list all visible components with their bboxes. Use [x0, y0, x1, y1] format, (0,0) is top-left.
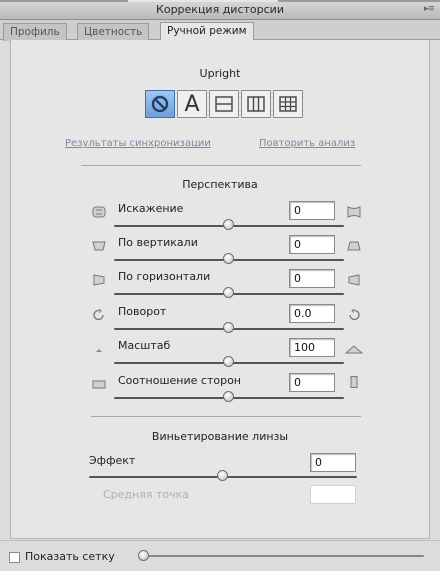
vertical-left-icon — [92, 241, 106, 251]
grid-size-slider-track[interactable] — [144, 555, 424, 557]
title-bar-top-line — [0, 0, 440, 2]
horizontal-input[interactable]: 0 — [289, 269, 335, 288]
upright-vertical-button[interactable] — [241, 90, 271, 118]
horizontal-right-icon — [348, 274, 360, 286]
vignette-title: Виньетирование линзы — [151, 430, 289, 443]
divider — [91, 416, 361, 417]
manual-panel: Upright A Результаты синхронизации Повто… — [10, 40, 430, 539]
aspect-wide-icon — [92, 380, 106, 389]
window-title-bar: Коррекция дисторсии ▸≡ — [0, 0, 440, 20]
bottom-bar: Показать сетку — [0, 540, 440, 571]
upright-full-button[interactable] — [273, 90, 303, 118]
scale-small-icon — [96, 349, 102, 352]
upright-level-button[interactable] — [209, 90, 239, 118]
rotate-input[interactable]: 0.0 — [289, 304, 335, 323]
tab-color[interactable]: Цветность — [77, 23, 150, 41]
aspect-input[interactable]: 0 — [289, 373, 335, 392]
panel-menu-icon[interactable]: ▸≡ — [424, 0, 435, 19]
upright-auto-button[interactable]: A — [177, 90, 207, 118]
vignette-midpoint-input — [310, 485, 356, 504]
upright-full-icon — [279, 96, 297, 112]
grid-size-slider-thumb[interactable] — [138, 550, 149, 561]
distortion-slider-thumb[interactable] — [223, 219, 234, 230]
scale-input[interactable]: 100 — [289, 338, 335, 357]
vignette-effect-input[interactable]: 0 — [310, 453, 356, 472]
show-grid-label[interactable]: Показать сетку — [25, 550, 115, 563]
rotate-slider-thumb[interactable] — [223, 322, 234, 333]
divider — [81, 165, 361, 166]
rotate-label: Поворот — [118, 305, 167, 318]
tab-profile[interactable]: Профиль — [3, 23, 67, 41]
vignette-midpoint-label: Средняя точка — [103, 488, 189, 501]
upright-auto-icon: A — [184, 91, 200, 117]
rotate-cw-icon — [349, 309, 360, 321]
show-grid-checkbox[interactable] — [9, 552, 20, 563]
vertical-right-icon — [347, 241, 361, 251]
horizontal-left-icon — [93, 274, 105, 286]
vignette-effect-slider-thumb[interactable] — [217, 470, 228, 481]
vignette-effect-label: Эффект — [89, 454, 136, 467]
tab-bar: Профиль Цветность Ручной режим — [0, 20, 440, 41]
scale-label: Масштаб — [118, 339, 171, 352]
sync-results-link[interactable]: Результаты синхронизации — [65, 138, 211, 149]
vertical-slider-thumb[interactable] — [223, 253, 234, 264]
scale-large-icon — [345, 345, 363, 354]
horizontal-slider-thumb[interactable] — [223, 287, 234, 298]
vertical-input[interactable]: 0 — [289, 235, 335, 254]
scale-slider-thumb[interactable] — [223, 356, 234, 367]
vertical-label: По вертикали — [118, 236, 198, 249]
distortion-input[interactable]: 0 — [289, 201, 335, 220]
aspect-tall-icon — [350, 376, 358, 388]
aspect-slider-thumb[interactable] — [223, 391, 234, 402]
distortion-label: Искажение — [118, 202, 184, 215]
horizontal-label: По горизонтали — [118, 270, 211, 283]
reanalyze-link[interactable]: Повторить анализ — [259, 138, 355, 149]
tab-manual[interactable]: Ручной режим — [160, 22, 254, 40]
upright-level-icon — [215, 96, 233, 112]
upright-label: Upright — [199, 67, 241, 80]
upright-off-icon — [151, 95, 169, 113]
rotate-ccw-icon — [93, 309, 104, 321]
aspect-label: Соотношение сторон — [118, 374, 241, 387]
perspective-title: Перспектива — [182, 178, 258, 191]
upright-off-button[interactable] — [145, 90, 175, 118]
distortion-icon — [92, 206, 106, 218]
distortion-max-icon — [347, 206, 361, 218]
window-title: Коррекция дисторсии — [156, 3, 284, 16]
upright-vertical-icon — [247, 96, 265, 112]
